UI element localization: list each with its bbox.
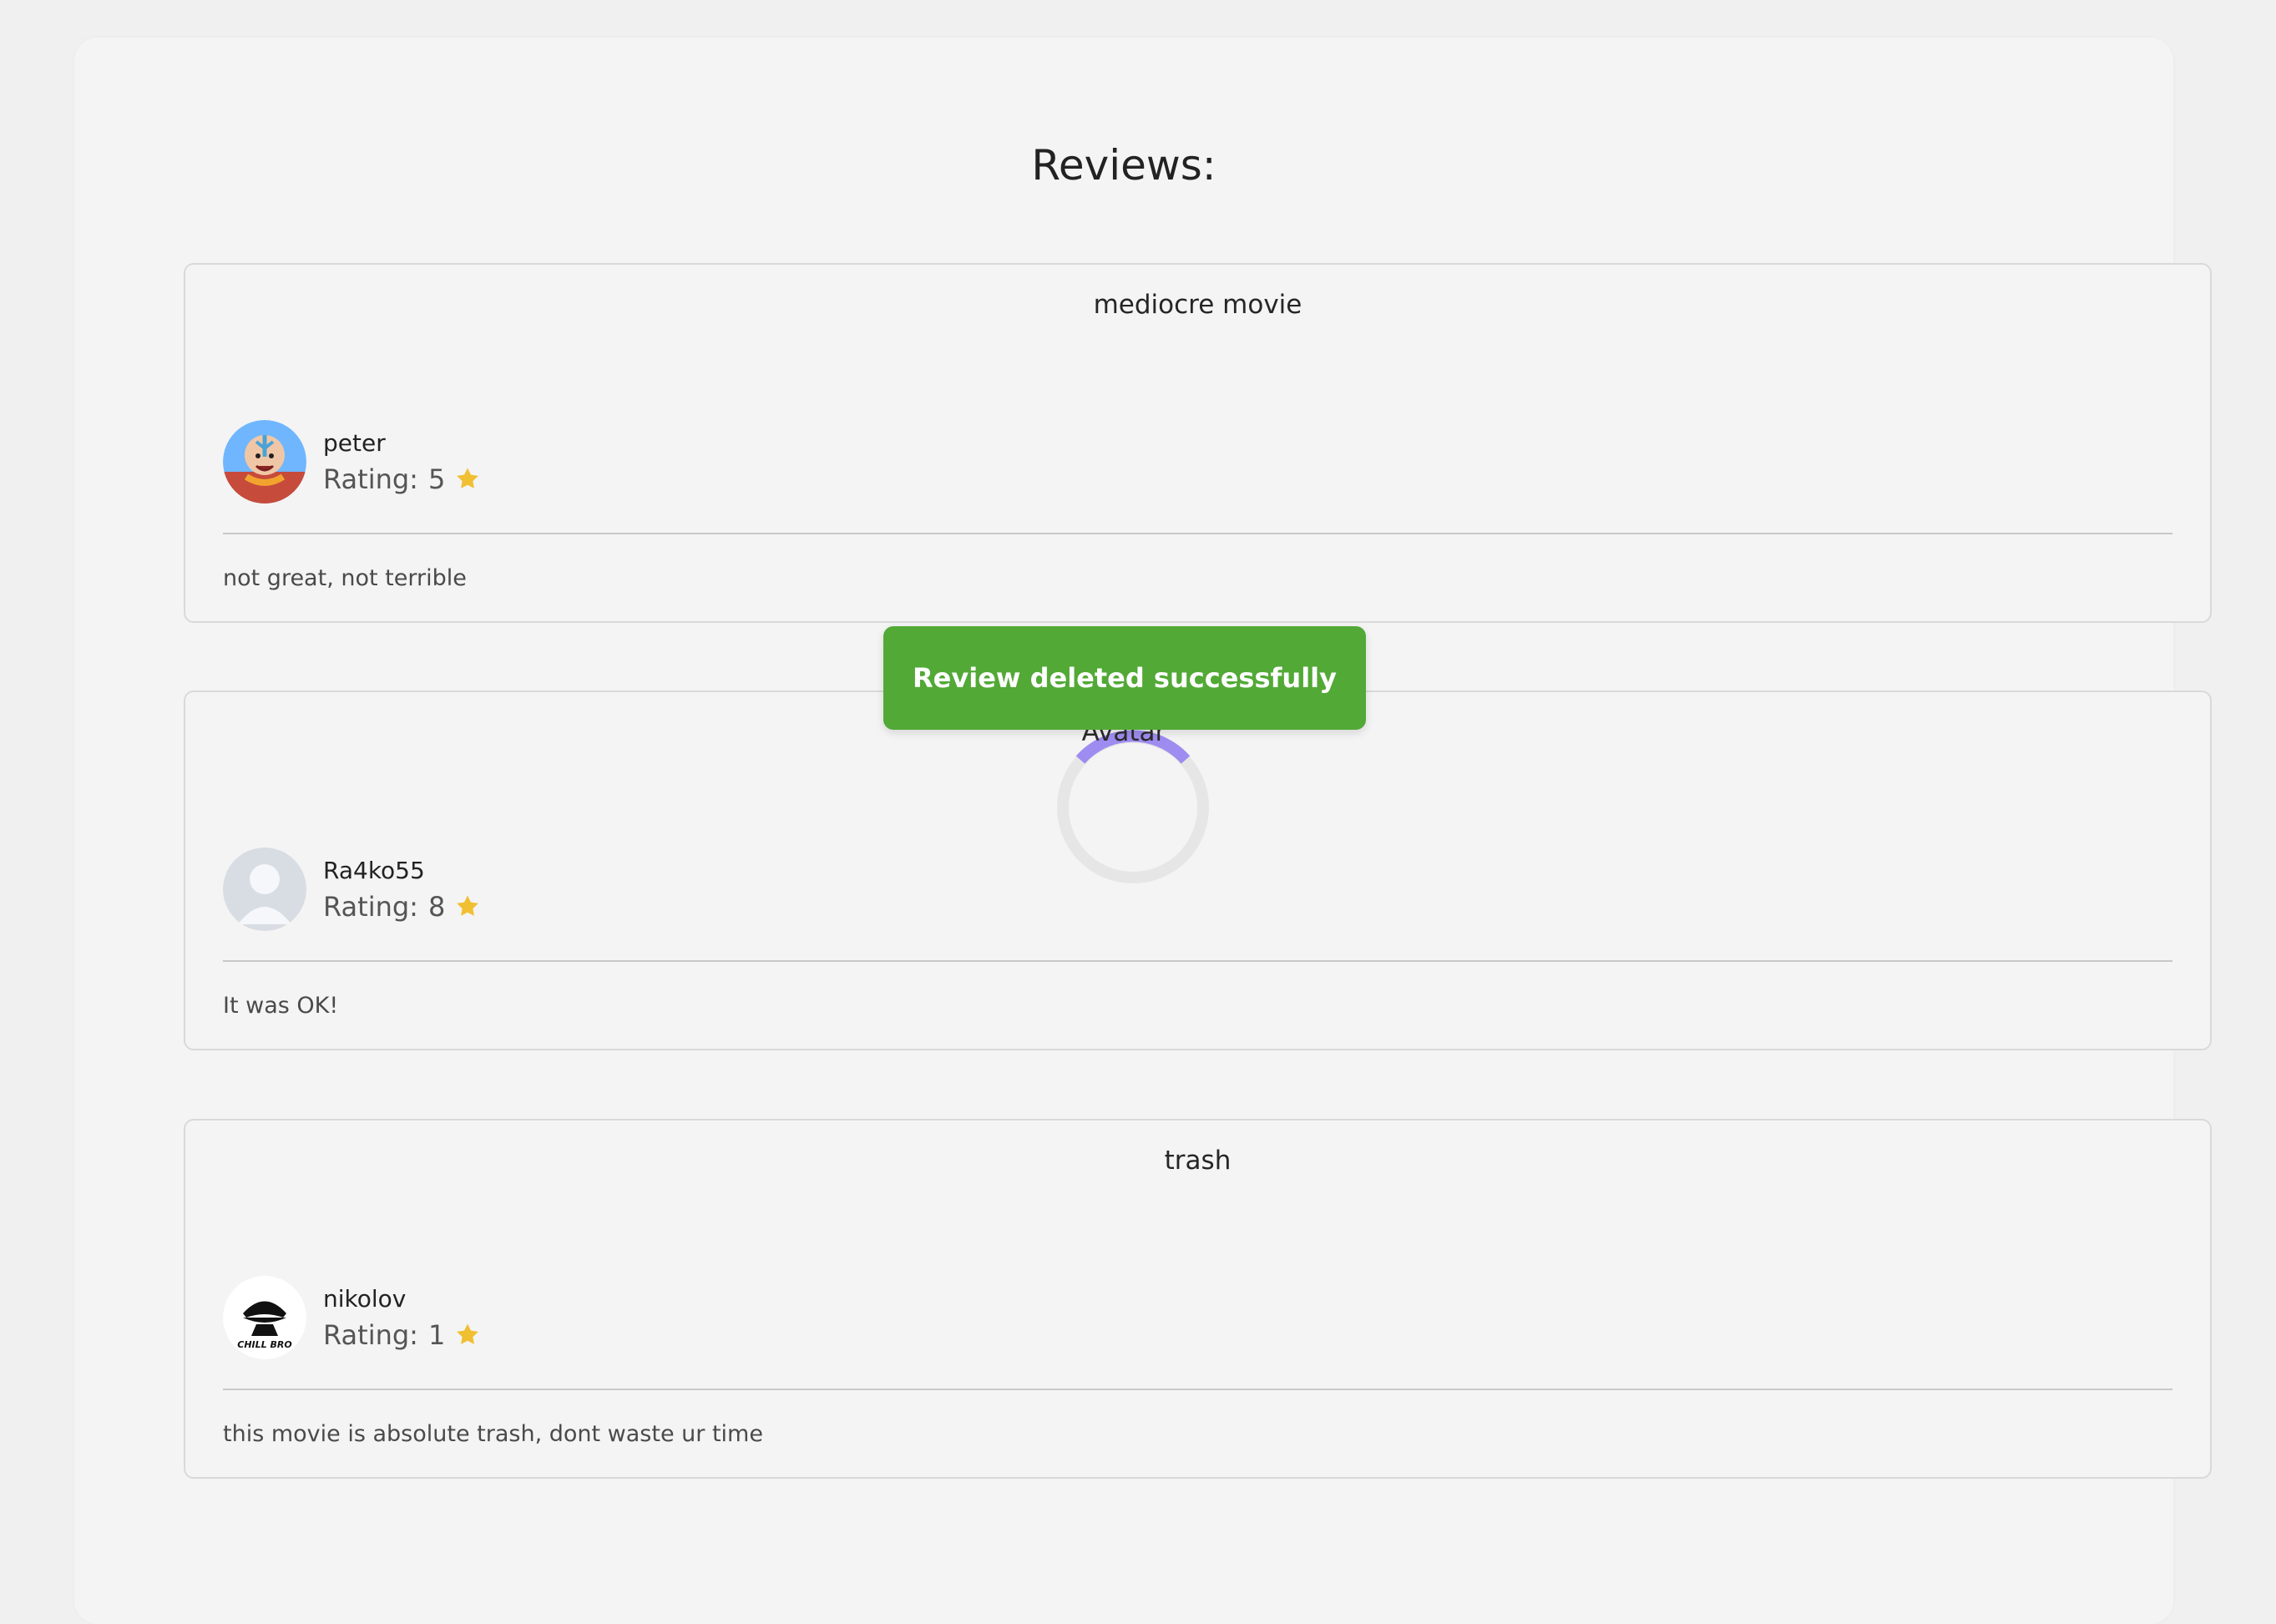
review-user-meta: nikolov Rating: 1 [323, 1284, 482, 1351]
review-title: trash [1164, 1146, 1232, 1176]
review-username: peter [323, 428, 386, 457]
star-icon [457, 895, 479, 917]
rating-label: Rating: [323, 1319, 418, 1352]
star-icon [457, 468, 479, 489]
review-username: nikolov [323, 1284, 407, 1313]
review-rating: Rating: 5 [323, 463, 482, 495]
review-title: mediocre movie [1093, 290, 1302, 320]
default-user-avatar-icon [223, 847, 306, 931]
review-card: mediocre movie peter Rating: 5 not great… [184, 263, 2212, 623]
review-divider [223, 1389, 2172, 1390]
review-username: Ra4ko55 [323, 856, 425, 884]
review-user-meta: peter Rating: 5 [323, 428, 482, 495]
review-text: It was OK! [223, 993, 339, 1019]
review-text: this movie is absolute trash, dont waste… [223, 1421, 763, 1447]
rating-label: Rating: [323, 891, 418, 923]
review-divider [223, 960, 2172, 962]
rating-label: Rating: [323, 463, 418, 496]
review-user-meta: Ra4ko55 Rating: 8 [323, 856, 482, 923]
chill-bro-avatar-icon: CHILL BRO [223, 1276, 306, 1359]
review-rating: Rating: 1 [323, 1319, 482, 1351]
review-rating: Rating: 8 [323, 891, 482, 923]
rating-value: 1 [427, 1319, 446, 1352]
review-user-section: peter Rating: 5 [223, 420, 482, 503]
success-toast: Review deleted successfully [883, 626, 1366, 730]
star-icon [457, 1323, 479, 1345]
review-card: trash CHILL BRO nikolov Rating: 1 this m… [184, 1119, 2212, 1479]
cartoon-avatar-icon [223, 420, 306, 503]
rating-value: 5 [427, 463, 446, 496]
review-text: not great, not terrible [223, 565, 467, 591]
loading-spinner-icon [1057, 730, 1209, 883]
review-user-section: CHILL BRO nikolov Rating: 1 [223, 1276, 482, 1359]
review-user-section: Ra4ko55 Rating: 8 [223, 847, 482, 931]
page-title: Reviews: [1031, 141, 1216, 190]
review-divider [223, 533, 2172, 534]
rating-value: 8 [427, 891, 446, 923]
avatar-text: CHILL BRO [237, 1339, 291, 1350]
